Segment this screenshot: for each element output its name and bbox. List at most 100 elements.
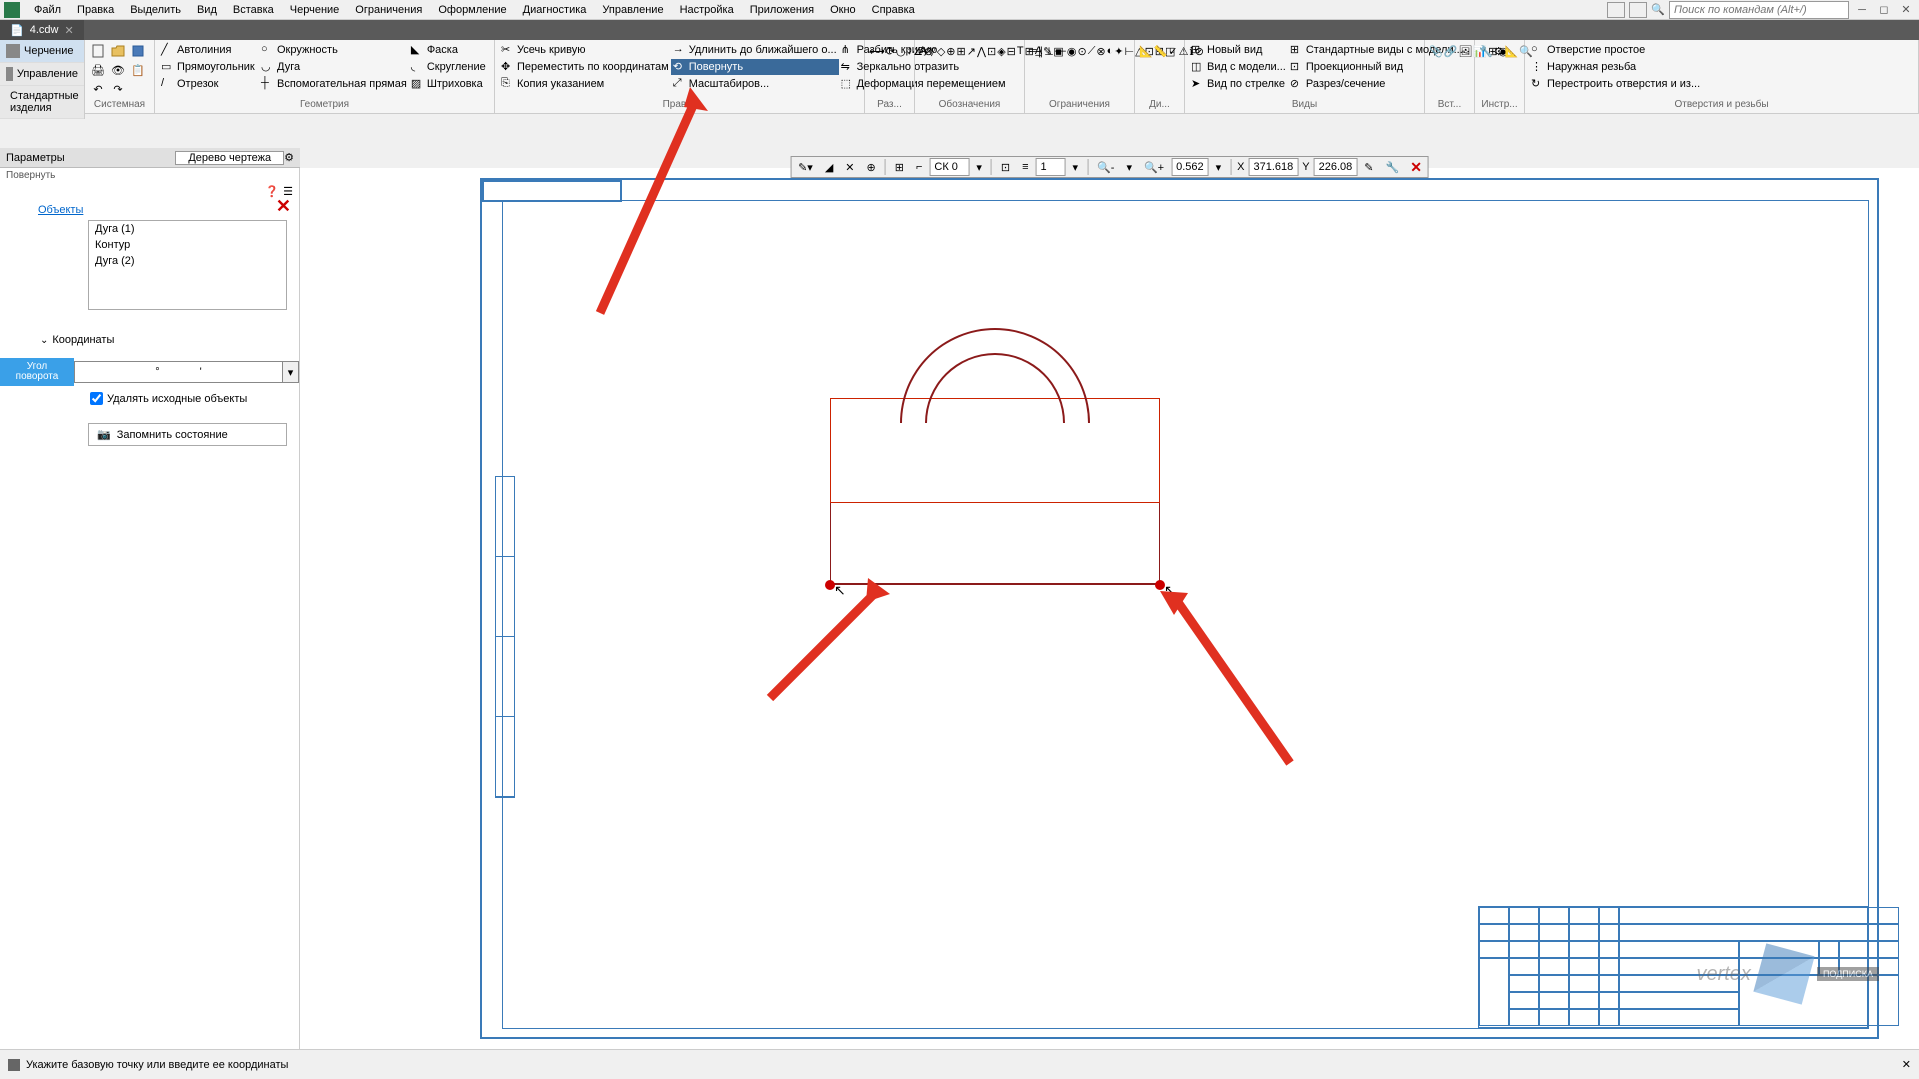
ct-zoom-drop[interactable]: ▾ xyxy=(1121,158,1137,177)
ct-layers-icon[interactable]: ≡ xyxy=(1017,158,1033,176)
ct-snap3-icon[interactable]: ⊕ xyxy=(862,158,881,177)
tool-model-view[interactable]: ◫Вид с модели... xyxy=(1189,59,1288,75)
tool-a-icon[interactable]: 🔧 xyxy=(1479,42,1493,60)
close-button[interactable]: ✕ xyxy=(1897,2,1915,18)
preview-icon[interactable]: 👁 xyxy=(109,61,127,79)
con-2-icon[interactable]: ∥ xyxy=(1038,42,1044,60)
mode-manage[interactable]: Управление xyxy=(0,63,84,86)
con-9-icon[interactable]: ◐ xyxy=(1107,42,1114,60)
annot-4-icon[interactable]: ⊕ xyxy=(946,42,955,60)
layout-2-icon[interactable] xyxy=(1629,2,1647,18)
new-icon[interactable] xyxy=(89,42,107,60)
annot-11-icon[interactable]: T xyxy=(1017,42,1024,60)
props-icon[interactable]: 📋 xyxy=(129,61,147,79)
con-4-icon[interactable]: — xyxy=(1055,42,1066,60)
tool-segment[interactable]: /Отрезок xyxy=(159,76,259,92)
tool-hatch[interactable]: ▨Штриховка xyxy=(409,76,509,92)
menu-view[interactable]: Вид xyxy=(189,2,225,18)
tool-move[interactable]: ✥Переместить по координатам xyxy=(499,59,671,75)
drawing-canvas[interactable]: ✎▾ ◢ ✕ ⊕ ⊞ ⌐ СК 0 ▾ ⊡ ≡ 1 ▾ 🔍- ▾ 🔍+ 0.56… xyxy=(300,168,1919,1049)
diag-1-icon[interactable]: 📐 xyxy=(1139,42,1153,60)
menu-settings[interactable]: Настройка xyxy=(672,2,742,18)
gear-icon[interactable]: ⚙ xyxy=(284,151,294,164)
ct-cs-input[interactable]: СК 0 xyxy=(929,158,969,176)
ct-zoom-in-icon[interactable]: 🔍+ xyxy=(1139,158,1169,177)
diag-3-icon[interactable]: ✓ xyxy=(1168,42,1177,60)
ct-scale-input[interactable]: 1 xyxy=(1036,158,1066,176)
angle-dropdown[interactable]: ▾ xyxy=(283,361,299,383)
list-item[interactable]: Дуга (2) xyxy=(89,253,286,269)
status-close-icon[interactable]: ✕ xyxy=(1902,1058,1911,1071)
ct-style-icon[interactable]: ✎▾ xyxy=(793,158,818,177)
tool-autoline[interactable]: ╱Автолиния xyxy=(159,42,259,58)
con-1-icon[interactable]: ═ xyxy=(1029,42,1037,60)
con-3-icon[interactable]: ⊥ xyxy=(1044,42,1054,60)
ct-edit-icon[interactable]: ✎ xyxy=(1359,158,1378,177)
menu-constraints[interactable]: Ограничения xyxy=(347,2,430,18)
tool-trim[interactable]: ✂Усечь кривую xyxy=(499,42,671,58)
con-7-icon[interactable]: ⟋ xyxy=(1088,42,1096,60)
maximize-button[interactable]: ◻ xyxy=(1875,2,1893,18)
dim-1-icon[interactable]: ⟷ xyxy=(869,42,885,60)
annot-2-icon[interactable]: ▽ xyxy=(927,42,935,60)
con-11-icon[interactable]: ⊢ xyxy=(1125,42,1135,60)
menu-file[interactable]: Файл xyxy=(26,2,69,18)
ct-close-icon[interactable]: ✕ xyxy=(1406,159,1426,176)
annot-7-icon[interactable]: ⋀ xyxy=(977,42,986,60)
menu-select[interactable]: Выделить xyxy=(122,2,189,18)
diag-2-icon[interactable]: 📏 xyxy=(1154,42,1168,60)
tool-fillet[interactable]: ◟Скругление xyxy=(409,59,509,75)
dim-3-icon[interactable]: ◡ xyxy=(896,42,906,60)
tool-rotate[interactable]: ⟲Повернуть xyxy=(671,59,839,75)
ct-x-value[interactable]: 371.618 xyxy=(1249,158,1299,176)
tool-chamfer[interactable]: ◣Фаска xyxy=(409,42,509,58)
annot-3-icon[interactable]: ◇ xyxy=(937,42,945,60)
tab-close-icon[interactable]: ✕ xyxy=(64,24,73,37)
tool-scale[interactable]: ⤢Масштабиров... xyxy=(671,76,839,92)
menu-diag[interactable]: Диагностика xyxy=(515,2,595,18)
dim-4-icon[interactable]: ↕ xyxy=(907,42,913,60)
tool-rect[interactable]: ▭Прямоугольник xyxy=(159,59,259,75)
annot-10-icon[interactable]: ⊟ xyxy=(1007,42,1016,60)
ct-y-value[interactable]: 226.08 xyxy=(1314,158,1358,176)
ct-ortho-icon[interactable]: ⊡ xyxy=(996,158,1015,177)
con-5-icon[interactable]: ◉ xyxy=(1067,42,1077,60)
objects-list[interactable]: Дуга (1) Контур Дуга (2) xyxy=(88,220,287,310)
annot-5-icon[interactable]: ⊞ xyxy=(957,42,966,60)
ct-scale-drop[interactable]: ▾ xyxy=(1068,158,1084,177)
ins-3-icon[interactable]: 🖼 xyxy=(1458,42,1472,60)
menu-window[interactable]: Окно xyxy=(822,2,864,18)
ct-tool-icon[interactable]: 🔧 xyxy=(1380,158,1404,177)
print-icon[interactable]: 🖨 xyxy=(89,61,107,79)
ct-grid-icon[interactable]: ⊞ xyxy=(890,158,909,177)
annot-9-icon[interactable]: ◈ xyxy=(997,42,1005,60)
menu-apps[interactable]: Приложения xyxy=(742,2,822,18)
annot-6-icon[interactable]: ↗ xyxy=(967,42,976,60)
dim-2-icon[interactable]: ⟳ xyxy=(886,42,895,60)
save-state-button[interactable]: 📷 Запомнить состояние xyxy=(88,423,287,446)
ct-cs-icon[interactable]: ⌐ xyxy=(911,158,927,176)
mode-drawing[interactable]: Черчение xyxy=(0,40,84,63)
list-item[interactable]: Контур xyxy=(89,237,286,253)
open-icon[interactable] xyxy=(109,42,127,60)
ct-zoom-d[interactable]: ▾ xyxy=(1211,158,1227,177)
tool-circle[interactable]: ○Окружность xyxy=(259,42,409,58)
con-6-icon[interactable]: ⊙ xyxy=(1078,42,1087,60)
tool-extend[interactable]: →Удлинить до ближайшего о... xyxy=(671,42,839,58)
ct-snap1-icon[interactable]: ◢ xyxy=(820,158,838,177)
layout-1-icon[interactable] xyxy=(1607,2,1625,18)
con-8-icon[interactable]: ⊗ xyxy=(1096,42,1105,60)
list-item[interactable]: Дуга (1) xyxy=(89,221,286,237)
menu-drawing[interactable]: Черчение xyxy=(282,2,348,18)
menu-manage[interactable]: Управление xyxy=(594,2,671,18)
annot-1-icon[interactable]: A xyxy=(919,42,926,60)
redo-icon[interactable]: ↷ xyxy=(109,80,127,98)
ct-cs-drop[interactable]: ▾ xyxy=(971,158,987,177)
con-10-icon[interactable]: ✦ xyxy=(1114,42,1123,60)
save-icon[interactable] xyxy=(129,42,147,60)
minimize-button[interactable]: ─ xyxy=(1853,2,1871,18)
ct-zoom-value[interactable]: 0.562 xyxy=(1171,158,1209,176)
tool-new-view[interactable]: ⊞Новый вид xyxy=(1189,42,1288,58)
ct-zoom-out-icon[interactable]: 🔍- xyxy=(1092,158,1119,177)
undo-icon[interactable]: ↶ xyxy=(89,80,107,98)
